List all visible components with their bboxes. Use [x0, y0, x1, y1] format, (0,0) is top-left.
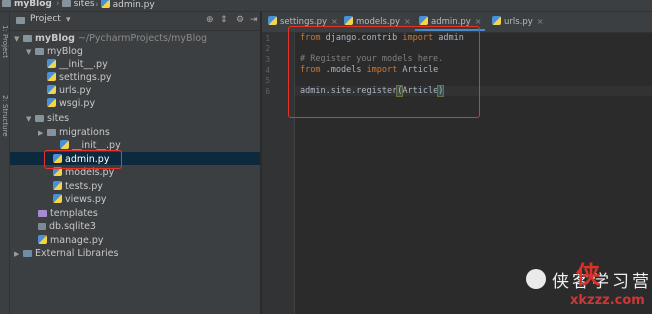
chevron-right-icon[interactable]: ▶	[38, 127, 47, 140]
folder-icon	[35, 48, 44, 55]
python-file-icon	[53, 194, 62, 203]
navigation-bar: myBlog › sites › admin.py	[0, 0, 652, 12]
chevron-down-icon[interactable]: ▼	[26, 113, 35, 126]
tree-item-db-sqlite3[interactable]: db.sqlite3	[38, 220, 96, 233]
python-file-icon	[47, 72, 56, 81]
chevron-down-icon[interactable]: ▼	[26, 46, 35, 59]
database-file-icon	[38, 223, 46, 230]
breadcrumb-folder[interactable]: › sites	[54, 0, 95, 9]
line-number: 2	[265, 44, 270, 53]
side-tab-structure[interactable]: 2: Structure	[1, 95, 9, 137]
python-file-icon	[344, 16, 353, 25]
python-file-icon	[419, 16, 428, 25]
python-file-icon	[47, 98, 56, 107]
folder-icon	[2, 0, 11, 7]
tree-item-myblog-package[interactable]: ▼ myBlog	[26, 45, 83, 58]
python-file-icon	[38, 235, 47, 244]
tree-item-sites[interactable]: ▼ sites	[26, 112, 69, 125]
breadcrumb-project[interactable]: myBlog	[2, 0, 52, 9]
tree-item-templates[interactable]: templates	[38, 207, 98, 220]
folder-icon	[47, 129, 56, 136]
tree-item-wsgi-py[interactable]: wsgi.py	[47, 97, 95, 110]
tree-item-tests-py[interactable]: tests.py	[53, 180, 103, 193]
watermark-url: xkzzz.com	[570, 293, 645, 308]
project-icon	[16, 17, 25, 24]
chevron-down-icon[interactable]: ▼	[14, 33, 23, 46]
chevron-down-icon[interactable]: ▾	[66, 15, 71, 25]
hide-icon[interactable]: ⇥	[250, 15, 258, 25]
tool-window-strip: 1: Project 2: Structure	[0, 12, 10, 314]
python-file-icon	[100, 0, 110, 8]
close-icon[interactable]: ×	[404, 17, 411, 26]
highlight-box-code	[288, 26, 480, 118]
folder-icon	[38, 210, 47, 217]
tree-item-settings-py[interactable]: settings.py	[47, 71, 112, 84]
line-number: 5	[265, 76, 270, 85]
folder-icon	[23, 35, 32, 42]
close-icon[interactable]: ×	[331, 17, 338, 26]
close-icon[interactable]: ×	[537, 17, 544, 26]
python-file-icon	[60, 140, 69, 149]
line-number: 3	[265, 55, 270, 64]
panel-title[interactable]: Project	[30, 14, 61, 24]
tree-item-external-libraries[interactable]: ▶ External Libraries	[14, 247, 118, 260]
library-icon	[23, 250, 32, 257]
python-file-icon	[268, 16, 277, 25]
project-panel-header: Project ▾ ⊕ ⇕ ⚙ ⇥	[10, 12, 260, 31]
gear-icon[interactable]: ⚙	[236, 15, 244, 25]
side-tab-project[interactable]: 1: Project	[1, 25, 9, 58]
breadcrumb-file[interactable]: › admin.py	[93, 0, 155, 10]
tree-item-manage-py[interactable]: manage.py	[38, 234, 103, 247]
sync-icon[interactable]: ⊕	[206, 15, 214, 25]
folder-icon	[35, 115, 44, 122]
python-file-icon	[47, 59, 56, 68]
collapse-icon[interactable]: ⇕	[220, 15, 228, 25]
line-number: 1	[265, 34, 270, 43]
tree-item-urls-py[interactable]: urls.py	[47, 84, 91, 97]
tab-urls-py[interactable]: urls.py ×	[488, 15, 548, 29]
python-file-icon	[53, 181, 62, 190]
highlight-box-tree	[44, 150, 122, 169]
python-file-icon	[47, 85, 56, 94]
tree-item-views-py[interactable]: views.py	[53, 193, 107, 206]
tree-item-init-py[interactable]: __init__.py	[47, 58, 108, 71]
watermark-text: 侠客学习营	[552, 272, 652, 292]
folder-icon	[61, 0, 71, 7]
tree-item-myblog-root[interactable]: ▼ myBlog ~/PycharmProjects/myBlog	[14, 32, 207, 45]
close-icon[interactable]: ×	[475, 17, 482, 26]
line-number: 4	[265, 66, 270, 75]
watermark: 侠客学习营 侠 xkzzz.com	[520, 255, 652, 314]
line-number: 6	[265, 87, 270, 96]
chevron-right-icon[interactable]: ▶	[14, 248, 23, 261]
tree-item-migrations[interactable]: ▶ migrations	[38, 126, 110, 139]
python-file-icon	[492, 16, 501, 25]
wechat-icon	[526, 269, 546, 289]
watermark-logo: 侠	[576, 261, 600, 289]
